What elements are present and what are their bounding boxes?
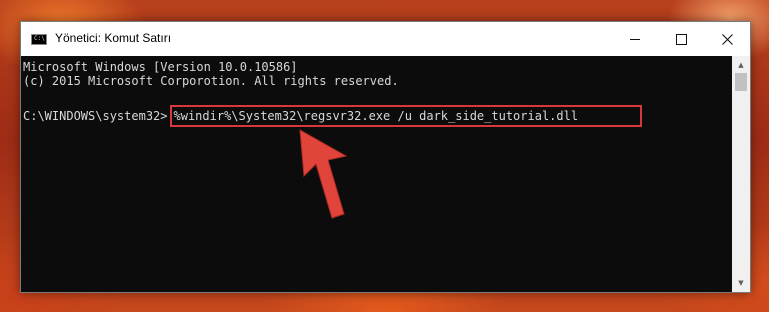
console-prompt: C:\WINDOWS\system32> — [23, 109, 168, 123]
scroll-up-icon[interactable]: ▲ — [732, 58, 750, 72]
cmd-icon: C:\ — [31, 34, 47, 45]
close-button[interactable] — [704, 22, 750, 56]
window-title: Yönetici: Komut Satırı — [55, 31, 172, 45]
command-prompt-window: C:\ Yönetici: Komut Satırı Microsoft Win… — [20, 21, 751, 293]
highlighted-command[interactable]: %windir%\System32\regsvr32.exe /u dark_s… — [169, 105, 643, 127]
minimize-button[interactable] — [612, 22, 658, 56]
scroll-down-icon[interactable]: ▼ — [732, 276, 750, 290]
vertical-scrollbar[interactable]: ▲ ▼ — [732, 56, 750, 292]
title-bar[interactable]: C:\ Yönetici: Komut Satırı — [21, 22, 750, 56]
console-line-version: Microsoft Windows [Version 10.0.10586] — [23, 60, 298, 74]
close-icon — [721, 33, 733, 45]
maximize-icon — [675, 33, 687, 45]
minimize-icon — [630, 38, 640, 40]
console-command-line[interactable]: C:\WINDOWS\system32> %windir%\System32\re… — [23, 105, 643, 127]
console-output[interactable]: Microsoft Windows [Version 10.0.10586] (… — [21, 56, 732, 292]
scroll-thumb[interactable] — [735, 73, 747, 91]
pointer-arrow-icon — [299, 129, 348, 219]
console-line-copyright: (c) 2015 Microsoft Corporotion. All righ… — [23, 74, 399, 88]
maximize-button[interactable] — [658, 22, 704, 56]
